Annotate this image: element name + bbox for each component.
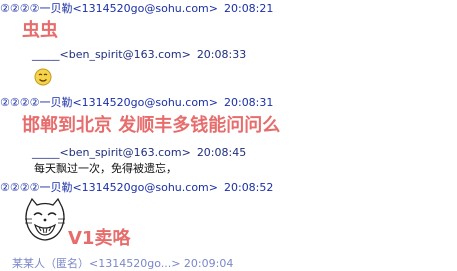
sender-name: ②②②②一贝勒<1314520go@sohu.com> xyxy=(0,181,218,194)
message-header-cut: 某某人（匿名）<1314520go...> 20:09:04 xyxy=(12,257,234,270)
message-header: ②②②②一贝勒<1314520go@sohu.com> 20:08:31 xyxy=(0,96,273,110)
sender-name: ②②②②一贝勒<1314520go@sohu.com> xyxy=(0,96,218,109)
message-text: 邯郸到北京 发顺丰多钱能问问么 xyxy=(22,115,281,136)
sender-name: _____<ben_spirit@163.com> xyxy=(32,48,191,61)
sender-name: ②②②②一贝勒<1314520go@sohu.com> xyxy=(0,2,218,15)
message-header: ②②②②一贝勒<1314520go@sohu.com> 20:08:52 xyxy=(0,181,273,195)
cat-face-sticker xyxy=(25,197,65,241)
message-header: _____<ben_spirit@163.com> 20:08:45 xyxy=(32,146,246,160)
smiley-icon xyxy=(34,68,52,86)
sender-name: _____<ben_spirit@163.com> xyxy=(32,146,191,159)
message-time: 20:08:33 xyxy=(196,48,247,61)
message-header: ②②②②一贝勒<1314520go@sohu.com> 20:08:21 xyxy=(0,2,273,16)
message-text: 每天飘过一次，免得被遗忘， xyxy=(34,162,177,175)
message-header: _____<ben_spirit@163.com> 20:08:33 xyxy=(32,48,246,62)
message-time: 20:08:21 xyxy=(223,2,274,15)
message-time: 20:08:45 xyxy=(196,146,247,159)
chat-log: ②②②②一贝勒<1314520go@sohu.com> 20:08:21 虫虫 _… xyxy=(0,0,457,270)
message-time: 20:08:31 xyxy=(223,96,274,109)
message-text: V1卖咯 xyxy=(68,228,131,249)
message-time: 20:08:52 xyxy=(223,181,274,194)
message-text: 虫虫 xyxy=(22,20,58,41)
